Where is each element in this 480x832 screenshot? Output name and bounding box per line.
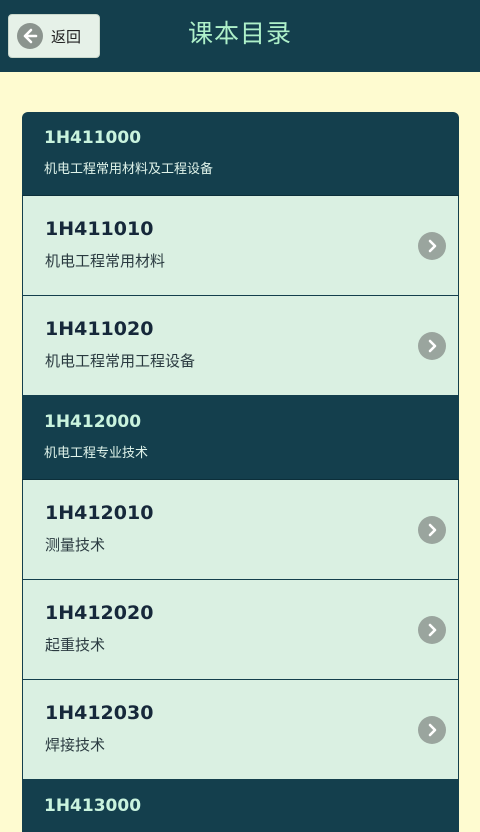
chapter-list: 1H411000 机电工程常用材料及工程设备 1H411010 机电工程常用材料… <box>22 112 459 832</box>
section-name: 机电工程专业技术 <box>44 446 149 461</box>
item-name: 测量技术 <box>45 536 106 554</box>
list-item[interactable]: 1H412010 测量技术 <box>22 480 459 580</box>
chevron-right-icon[interactable] <box>418 716 446 744</box>
section-code: 1H413000 <box>44 796 142 816</box>
header-bar: 返回 课本目录 <box>0 0 480 72</box>
section-header: 1H411000 机电工程常用材料及工程设备 <box>22 112 459 196</box>
item-name: 机电工程常用工程设备 <box>45 352 196 370</box>
chevron-right-icon[interactable] <box>418 232 446 260</box>
item-name: 机电工程常用材料 <box>45 252 166 270</box>
list-item[interactable]: 1H412030 焊接技术 <box>22 680 459 780</box>
section-name: 机电工程常用材料及工程设备 <box>44 162 214 177</box>
item-code: 1H412030 <box>45 702 154 724</box>
page-title: 课本目录 <box>187 19 292 48</box>
item-name: 焊接技术 <box>45 736 106 754</box>
list-item[interactable]: 1H411020 机电工程常用工程设备 <box>22 296 459 396</box>
section-code: 1H412000 <box>44 412 142 432</box>
section-header: 1H412000 机电工程专业技术 <box>22 396 459 480</box>
section-code: 1H411000 <box>44 128 142 148</box>
section-header: 1H413000 <box>22 780 459 832</box>
item-code: 1H412020 <box>45 602 154 624</box>
item-name: 起重技术 <box>45 636 106 654</box>
chevron-right-icon[interactable] <box>418 516 446 544</box>
item-code: 1H411010 <box>45 218 154 240</box>
list-item[interactable]: 1H412020 起重技术 <box>22 580 459 680</box>
list-item[interactable]: 1H411010 机电工程常用材料 <box>22 196 459 296</box>
item-code: 1H412010 <box>45 502 154 524</box>
item-code: 1H411020 <box>45 318 154 340</box>
chevron-right-icon[interactable] <box>418 616 446 644</box>
chevron-right-icon[interactable] <box>418 332 446 360</box>
